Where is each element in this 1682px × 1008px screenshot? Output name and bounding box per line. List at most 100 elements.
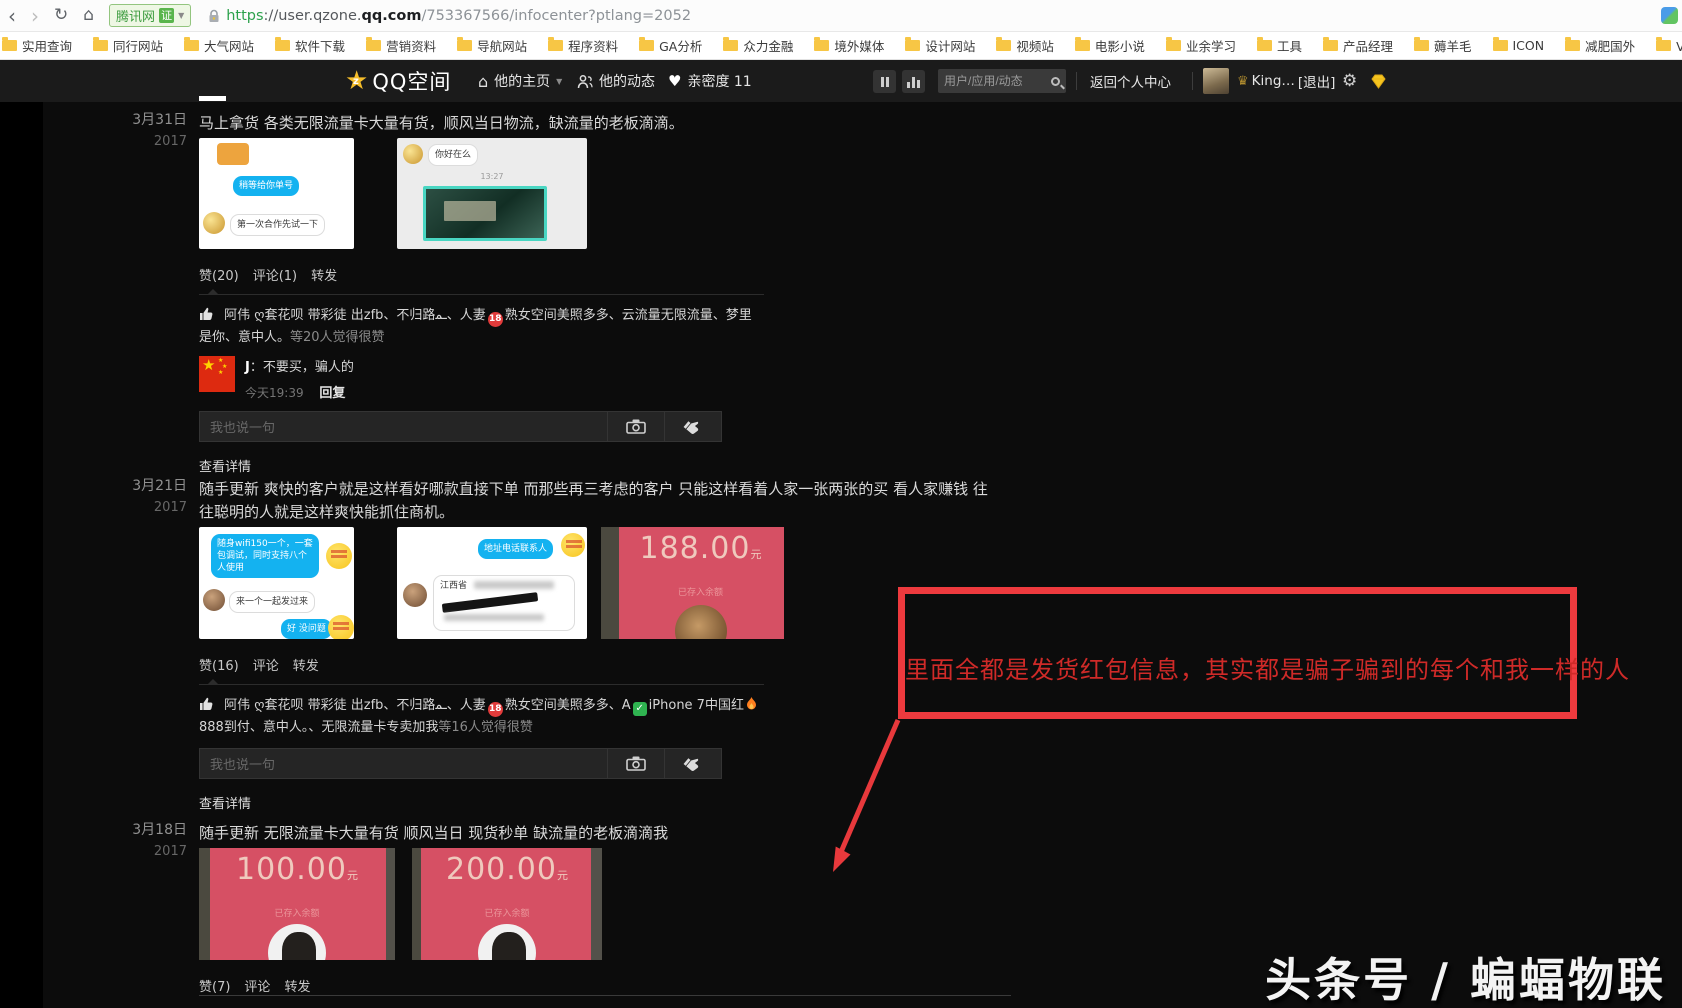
refresh-icon[interactable]: ↻ — [54, 7, 68, 24]
red-packet-image[interactable]: 200.00元 已存入余额 — [412, 848, 602, 960]
bookmark-item[interactable]: 减肥国外 — [1565, 36, 1635, 55]
liker-names[interactable]: iPhone 7中国红 — [649, 698, 744, 713]
red-packet-image[interactable]: 188.00元 已存入余额 — [601, 527, 784, 639]
left-strip — [0, 102, 43, 1008]
liker-names[interactable]: 阿伟 ღ套花呗 带彩徒 出zfb、不归路ـﻤ、人妻 — [224, 308, 486, 323]
bookmark-item[interactable]: 业余学习 — [1166, 36, 1236, 55]
music-pause-button[interactable] — [873, 70, 896, 93]
chat-screenshot-image[interactable]: 你好在么 13:27 — [397, 138, 587, 249]
annotation-box: 里面全都是发货红包信息，其实都是骗子骗到的每个和我一样的人 — [898, 587, 1577, 719]
bookmark-label: 业余学习 — [1186, 36, 1236, 55]
likes-caret — [207, 679, 219, 685]
bookmark-item[interactable]: 众力金融 — [723, 36, 793, 55]
bookmark-item[interactable]: 电影小说 — [1075, 36, 1145, 55]
folder-icon — [905, 40, 920, 51]
star-icon: ★ — [202, 356, 215, 374]
reply-input-box[interactable]: 我也说一句 — [199, 411, 722, 442]
comment-item: ★ ★ ★ ★ J：不要买，骗人的 今天19:39 回复 — [199, 356, 764, 401]
red-packet-amount: 100.00元 — [199, 852, 395, 887]
share-button[interactable]: 转发 — [311, 265, 337, 284]
bookmark-item[interactable]: 软件下载 — [275, 36, 345, 55]
chat-bubble: 你好在么 — [428, 144, 478, 166]
bookmark-item[interactable]: 薅羊毛 — [1414, 36, 1472, 55]
bookmark-item[interactable]: 工具 — [1257, 36, 1302, 55]
navbar-search[interactable] — [938, 69, 1066, 93]
back-to-personal-center-link[interactable]: 返回个人中心 — [1090, 60, 1171, 102]
share-button[interactable]: 转发 — [284, 976, 310, 995]
star-logo-icon: ★z — [345, 68, 368, 94]
attach-photo-button[interactable] — [607, 749, 664, 778]
view-detail-link[interactable]: 查看详情 — [199, 793, 251, 812]
bookmark-item[interactable]: ICON — [1493, 38, 1545, 53]
bookmark-item[interactable]: 导航网站 — [457, 36, 527, 55]
liker-names[interactable]: 阿伟 ღ套花呗 带彩徒 出zfb、不归路ـﻤ、人妻 — [224, 698, 486, 713]
like-button[interactable]: 赞(20) — [199, 265, 239, 284]
home-icon[interactable]: ⌂ — [83, 7, 94, 24]
like-button[interactable]: 赞(7) — [199, 976, 230, 995]
bookmark-item[interactable]: VR货源 — [1656, 36, 1682, 55]
bookmark-item[interactable]: 同行网站 — [93, 36, 163, 55]
gear-icon[interactable]: ⚙ — [1342, 60, 1357, 102]
pause-icon — [881, 77, 884, 87]
chat-screenshot-image[interactable]: 随身wifi150一个，一套包调试，同时支持八个人使用 来一个一起发过来 好 没… — [199, 527, 354, 639]
share-button[interactable]: 转发 — [293, 655, 319, 674]
back-icon[interactable]: ‹ — [8, 6, 16, 26]
user-menu[interactable]: ♛ King… [退出] — [1237, 60, 1335, 102]
bookmark-item[interactable]: 设计网站 — [905, 36, 975, 55]
like-button[interactable]: 赞(16) — [199, 655, 239, 674]
bookmark-item[interactable]: 大气网站 — [184, 36, 254, 55]
extension-icon[interactable] — [1661, 7, 1678, 24]
address-bar[interactable]: https://user.qzone.qq.com/753367566/info… — [208, 8, 691, 24]
liker-names[interactable]: 888到付、意中人。、无限流量卡专卖加我 — [199, 720, 438, 735]
reply-input-box[interactable]: 我也说一句 — [199, 748, 722, 779]
reply-link[interactable]: 回复 — [319, 386, 345, 401]
dig-button[interactable] — [664, 412, 721, 441]
comment-button[interactable]: 评论 — [244, 976, 270, 995]
bookmark-item[interactable]: 境外媒体 — [814, 36, 884, 55]
home-icon: ⌂ — [478, 72, 488, 91]
dig-button[interactable] — [664, 749, 721, 778]
sticker-icon — [328, 615, 354, 639]
search-input[interactable] — [944, 74, 1051, 88]
avatar[interactable] — [1203, 68, 1229, 94]
bookmark-item[interactable]: 程序资料 — [548, 36, 618, 55]
chat-screenshot-image[interactable]: 稍等给你单号 第一次合作先试一下 — [199, 138, 354, 249]
comment-button[interactable]: 评论(1) — [253, 265, 297, 284]
bookmark-item[interactable]: 实用查询 — [2, 36, 72, 55]
comment-button[interactable]: 评论 — [253, 655, 279, 674]
site-verification-badge[interactable]: 腾讯网 证 ▼ — [109, 4, 191, 27]
yellow-diamond-icon[interactable] — [1370, 60, 1387, 102]
photo-edge — [591, 848, 602, 960]
nav-his-homepage[interactable]: ⌂ 他的主页 ▼ — [478, 60, 562, 102]
chat-screenshot-image[interactable]: 地址电话联系人 江西省 — [397, 527, 587, 639]
flag-avatar[interactable]: ★ ★ ★ ★ — [199, 356, 235, 392]
logout-link[interactable]: [退出] — [1298, 71, 1336, 91]
buyer-avatar-photo — [268, 924, 326, 960]
view-detail-link[interactable]: 查看详情 — [199, 456, 251, 475]
liker-names[interactable]: 熟女空间美照多多、A — [505, 698, 631, 713]
reply-placeholder: 我也说一句 — [200, 754, 607, 773]
bookmark-item[interactable]: 营销资料 — [366, 36, 436, 55]
search-icon[interactable] — [1051, 77, 1060, 86]
forward-icon[interactable]: › — [31, 6, 39, 26]
red-packet-image[interactable]: 100.00元 已存入余额 — [199, 848, 395, 960]
nav-intimacy[interactable]: ♥ 亲密度 11 — [668, 60, 752, 102]
visitors-chart-button[interactable] — [902, 70, 925, 93]
folder-icon — [457, 40, 472, 51]
address-text: 江西省 — [440, 581, 467, 591]
nav-his-feed[interactable]: 他的动态 — [577, 60, 655, 102]
chevron-down-icon: ▼ — [556, 77, 562, 86]
bookmark-item[interactable]: 视频站 — [996, 36, 1054, 55]
attach-photo-button[interactable] — [607, 412, 664, 441]
post-text: 随手更新 爽快的客户就是这样看好哪款直接下单 而那些再三考虑的客户 只能这样看着… — [199, 478, 994, 524]
chat-timestamp: 13:27 — [397, 172, 587, 181]
pointing-hand-icon — [682, 416, 704, 438]
bookmark-item[interactable]: GA分析 — [639, 36, 702, 55]
qzone-logo[interactable]: ★z QQ空间 — [345, 60, 451, 102]
bookmarks-bar: 实用查询 同行网站 大气网站 软件下载 营销资料 导航网站 程序资料 GA分析 … — [0, 32, 1682, 60]
bookmark-label: 大气网站 — [204, 36, 254, 55]
url-path: /753367566/infocenter?ptlang=2052 — [421, 8, 691, 24]
comment-time: 今天19:39 — [245, 386, 304, 400]
bookmark-item[interactable]: 产品经理 — [1323, 36, 1393, 55]
reply-placeholder: 我也说一句 — [200, 417, 607, 436]
